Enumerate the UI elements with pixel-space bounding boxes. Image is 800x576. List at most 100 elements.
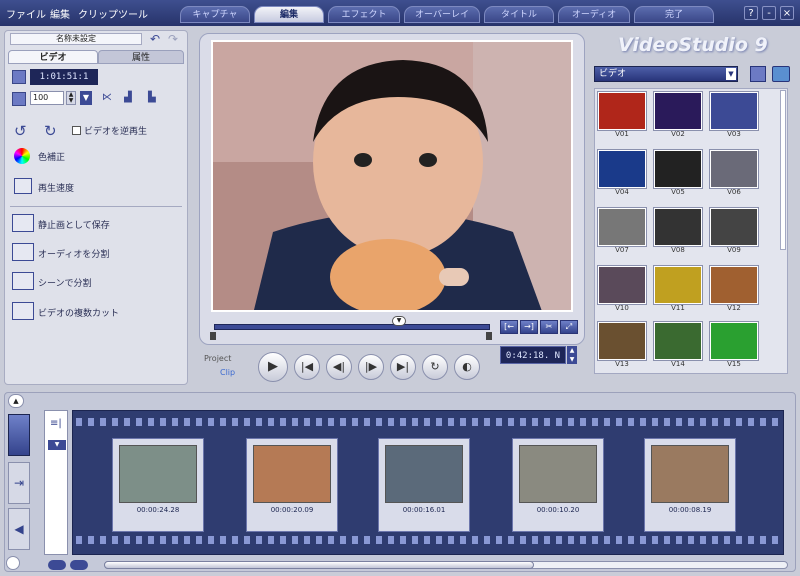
- clip-duration: 00:00:08.19: [668, 506, 712, 514]
- tab-title[interactable]: タイトル: [484, 6, 554, 23]
- tab-overlay[interactable]: オーバーレイ: [404, 6, 480, 23]
- record-icon[interactable]: [6, 556, 20, 570]
- volume-stepper[interactable]: ▲ ▼: [66, 91, 76, 105]
- duration-display[interactable]: 1:01:51:1: [30, 69, 98, 85]
- mute-icon[interactable]: ⋉: [102, 92, 112, 103]
- category-dropdown-icon[interactable]: ▼: [726, 68, 736, 80]
- split-clip-icon[interactable]: ✂: [540, 320, 558, 334]
- clip-name-field[interactable]: 名称未設定: [10, 33, 142, 45]
- fade-in-icon[interactable]: ▟: [124, 92, 132, 103]
- subtab-attribute[interactable]: 属性: [98, 50, 184, 64]
- home-button[interactable]: |◀: [294, 354, 320, 380]
- storyboard-view-icon[interactable]: [8, 414, 30, 456]
- library-thumbnail[interactable]: [654, 150, 702, 188]
- library-thumbnail[interactable]: [710, 92, 758, 130]
- track-dropdown-icon[interactable]: ▼: [48, 440, 66, 450]
- timeline-scroll-thumb[interactable]: [104, 561, 534, 569]
- split-scene-icon[interactable]: [12, 272, 34, 290]
- multi-trim-icon[interactable]: [12, 302, 34, 320]
- end-button[interactable]: ▶|: [390, 354, 416, 380]
- menu-clip[interactable]: クリップ: [78, 6, 118, 21]
- library-thumbnail[interactable]: [598, 150, 646, 188]
- help-button[interactable]: ?: [744, 6, 758, 20]
- tab-edit[interactable]: 編集: [254, 6, 324, 23]
- library-thumbnail[interactable]: [710, 266, 758, 304]
- library-thumbnail-label: V08: [671, 246, 685, 254]
- playback-speed-label[interactable]: 再生速度: [38, 181, 74, 194]
- play-button[interactable]: ▶: [258, 352, 288, 382]
- audio-view-icon[interactable]: ◀: [8, 508, 30, 550]
- library-thumbnail[interactable]: [654, 92, 702, 130]
- split-audio-icon[interactable]: [12, 243, 34, 261]
- library-thumbnail[interactable]: [654, 266, 702, 304]
- menu-file[interactable]: ファイル: [6, 6, 46, 21]
- save-still-button[interactable]: 静止画として保存: [38, 218, 110, 231]
- timeline-clip[interactable]: [246, 438, 338, 532]
- library-thumbnail[interactable]: [710, 208, 758, 246]
- next-frame-button[interactable]: |▶: [358, 354, 384, 380]
- tab-audio[interactable]: オーディオ: [558, 6, 630, 23]
- tab-capture[interactable]: キャプチャ: [180, 6, 250, 23]
- previous-frame-button[interactable]: ◀|: [326, 354, 352, 380]
- trim-start-marker[interactable]: [210, 332, 216, 340]
- scrub-handle[interactable]: ▼: [392, 316, 406, 326]
- trim-end-marker[interactable]: [486, 332, 492, 340]
- color-wheel-icon[interactable]: [14, 148, 30, 164]
- library-scrollbar[interactable]: [780, 90, 786, 250]
- clip-thumbnail: [253, 445, 331, 503]
- minimize-button[interactable]: -: [762, 6, 776, 20]
- undo-icon[interactable]: ↶: [150, 32, 164, 46]
- multi-trim-button[interactable]: ビデオの複数カット: [38, 306, 119, 319]
- split-scene-button[interactable]: シーンで分割: [38, 276, 92, 289]
- library-thumbnail[interactable]: [598, 208, 646, 246]
- timeline-clip[interactable]: [112, 438, 204, 532]
- redo-icon[interactable]: ↷: [168, 32, 182, 46]
- timeline-clip[interactable]: [644, 438, 736, 532]
- library-thumbnail[interactable]: [598, 266, 646, 304]
- library-thumbnail[interactable]: [598, 322, 646, 360]
- library-import-icon[interactable]: [750, 66, 766, 82]
- library-thumbnail[interactable]: [598, 92, 646, 130]
- tab-effect[interactable]: エフェクト: [328, 6, 400, 23]
- rotate-right-icon[interactable]: ↻: [44, 122, 64, 140]
- zoom-in-icon[interactable]: [70, 560, 88, 570]
- volume-dropdown-icon[interactable]: ▼: [80, 91, 92, 105]
- rotate-left-icon[interactable]: ↺: [14, 122, 34, 140]
- tab-finish[interactable]: 完了: [634, 6, 714, 23]
- timeline-view-icon[interactable]: ⇥: [8, 462, 30, 504]
- volume-button[interactable]: ◐: [454, 354, 480, 380]
- collapse-timeline-icon[interactable]: ▲: [8, 394, 24, 408]
- zoom-out-icon[interactable]: [48, 560, 66, 570]
- speed-icon[interactable]: [14, 178, 32, 194]
- fade-out-icon[interactable]: ▙: [148, 92, 156, 103]
- split-audio-button[interactable]: オーディオを分割: [38, 247, 109, 260]
- subtab-video[interactable]: ビデオ: [8, 50, 98, 64]
- scrub-bar[interactable]: [214, 324, 490, 330]
- library-thumbnail[interactable]: [654, 208, 702, 246]
- volume-input[interactable]: 100: [30, 91, 64, 105]
- library-thumbnail[interactable]: [710, 150, 758, 188]
- close-button[interactable]: ×: [780, 6, 794, 20]
- timecode-stepper[interactable]: ▲ ▼: [567, 346, 577, 364]
- repeat-button[interactable]: ↻: [422, 354, 448, 380]
- timecode-display[interactable]: 0:42:18. N: [500, 346, 566, 364]
- clip-mode-label[interactable]: Clip: [220, 368, 235, 377]
- save-still-icon[interactable]: [12, 214, 34, 232]
- timeline-clip[interactable]: [378, 438, 470, 532]
- color-correction-label[interactable]: 色補正: [38, 150, 65, 163]
- fullscreen-icon[interactable]: ⤢: [560, 320, 578, 334]
- library-thumbnail-label: V13: [615, 360, 629, 368]
- mark-in-icon[interactable]: [←: [500, 320, 518, 334]
- mark-out-icon[interactable]: →]: [520, 320, 538, 334]
- library-category-select[interactable]: ビデオ: [594, 66, 738, 82]
- timeline-clip[interactable]: [512, 438, 604, 532]
- library-thumbnail[interactable]: [654, 322, 702, 360]
- library-thumbnail-label: V15: [727, 360, 741, 368]
- menu-tools[interactable]: ツール: [118, 6, 148, 21]
- library-thumbnail-label: V01: [615, 130, 629, 138]
- folder-icon[interactable]: [772, 66, 790, 82]
- project-mode-label[interactable]: Project: [204, 354, 231, 363]
- library-thumbnail[interactable]: [710, 322, 758, 360]
- reverse-checkbox[interactable]: [72, 126, 81, 135]
- menu-edit[interactable]: 編集: [50, 6, 70, 21]
